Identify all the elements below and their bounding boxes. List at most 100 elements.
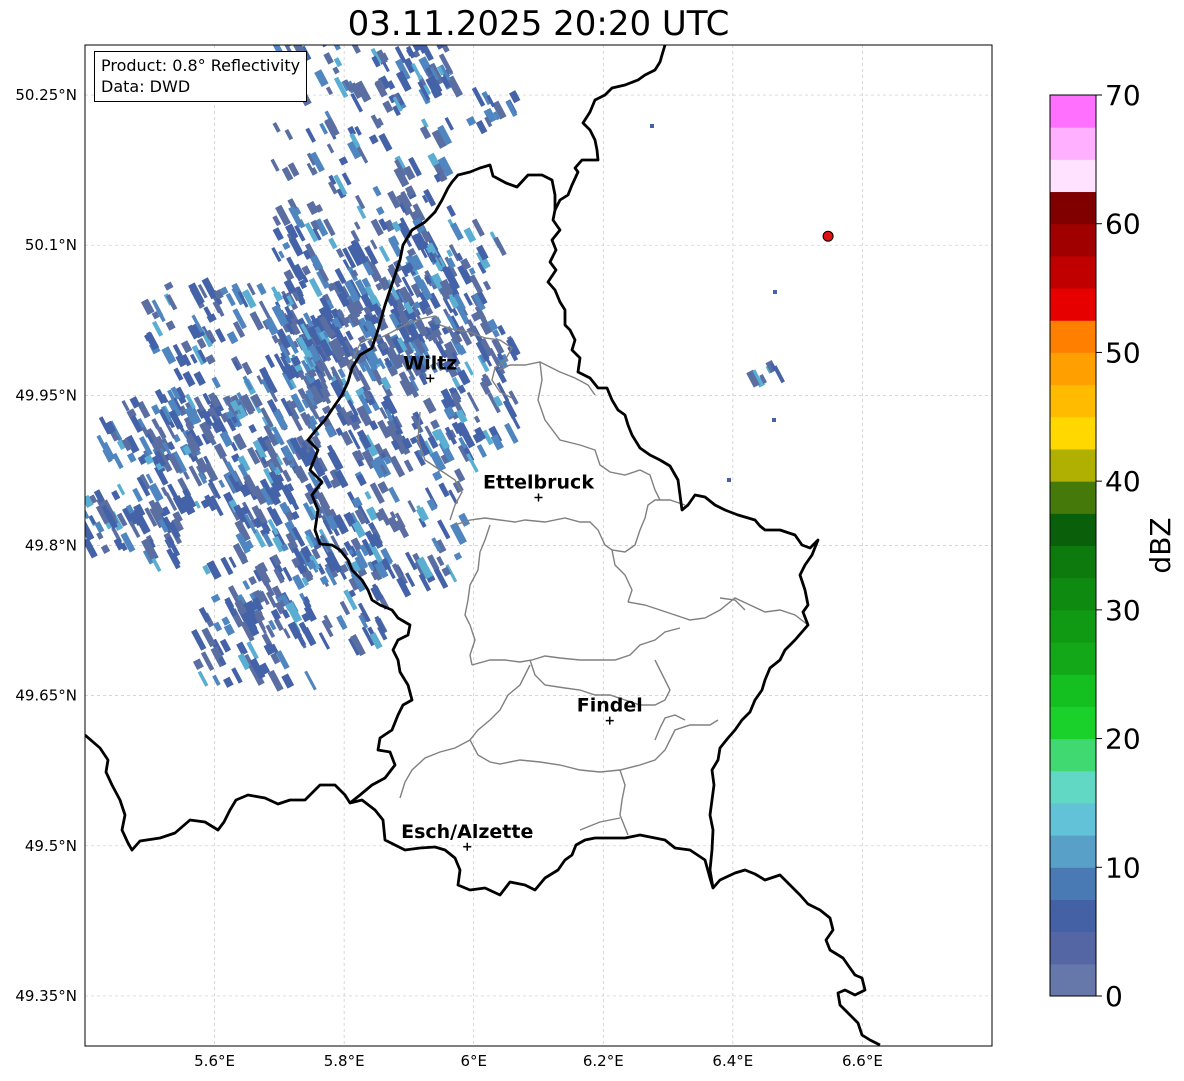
echo-cell bbox=[309, 20, 319, 32]
echo-cell bbox=[225, 292, 236, 307]
echo-cell bbox=[773, 290, 777, 294]
echo-cell bbox=[405, 572, 416, 588]
echo-cell bbox=[372, 185, 382, 197]
lon-tick-label: 5.8°E bbox=[324, 1052, 365, 1070]
colorbar-tick-label: 40 bbox=[1105, 465, 1141, 498]
echo-cell bbox=[469, 274, 484, 294]
echo-cell bbox=[180, 340, 193, 354]
echo-cell bbox=[281, 673, 295, 689]
echo-cell bbox=[248, 423, 257, 434]
echo-cell bbox=[292, 574, 305, 591]
echo-cell bbox=[650, 124, 654, 128]
echo-cell bbox=[419, 125, 432, 140]
echo-cell bbox=[463, 292, 473, 307]
colorbar-segment bbox=[1050, 835, 1096, 868]
echo-cell bbox=[453, 552, 463, 561]
echo-cell bbox=[267, 669, 284, 692]
lat-tick-label: 49.95°N bbox=[15, 386, 77, 404]
echo-cell bbox=[151, 404, 161, 416]
echo-cell bbox=[309, 254, 324, 271]
colorbar-segment bbox=[1050, 642, 1096, 675]
lat-tick-label: 49.8°N bbox=[25, 537, 77, 555]
echo-cell bbox=[236, 641, 248, 656]
echo-cell bbox=[116, 483, 126, 496]
echo-cell bbox=[219, 430, 234, 448]
echo-cell bbox=[304, 670, 317, 691]
colorbar-tick-label: 30 bbox=[1105, 594, 1141, 627]
echo-cell bbox=[368, 134, 379, 145]
echo-cell bbox=[395, 70, 412, 92]
colorbar-tick-label: 70 bbox=[1105, 79, 1141, 112]
echo-cell bbox=[205, 354, 216, 365]
echo-cell bbox=[283, 269, 295, 282]
echo-cell bbox=[285, 601, 303, 624]
colorbar-tick-label: 10 bbox=[1105, 851, 1141, 884]
echo-cell bbox=[378, 133, 393, 152]
lon-tick-label: 6.6°E bbox=[842, 1052, 883, 1070]
echo-cell bbox=[182, 470, 190, 480]
echo-cell bbox=[283, 628, 291, 639]
colorbar-tick-label: 0 bbox=[1105, 980, 1123, 1013]
city-label: Findel bbox=[577, 695, 643, 717]
echo-cell bbox=[473, 415, 481, 424]
echo-cell bbox=[197, 670, 209, 687]
echo-cell bbox=[72, 517, 85, 532]
colorbar-segment bbox=[1050, 770, 1096, 804]
echo-cell bbox=[450, 222, 464, 241]
echo-cell bbox=[214, 328, 227, 343]
city-label: Ettelbruck bbox=[483, 471, 594, 493]
lon-tick-label: 5.6°E bbox=[194, 1052, 235, 1070]
echo-cell bbox=[284, 128, 294, 141]
colorbar-segment bbox=[1050, 223, 1096, 257]
echo-cell bbox=[121, 399, 130, 412]
echo-cell bbox=[173, 367, 184, 381]
colorbar-segment bbox=[1050, 159, 1096, 193]
echo-cell bbox=[231, 667, 243, 684]
colorbar-tick-label: 60 bbox=[1105, 208, 1141, 241]
echo-cell bbox=[326, 45, 341, 51]
echo-cell bbox=[152, 320, 164, 337]
colorbar-tick-label: 20 bbox=[1105, 723, 1141, 756]
echo-cell bbox=[223, 676, 234, 688]
colorbar-segment bbox=[1050, 899, 1096, 933]
echo-cell bbox=[291, 263, 306, 282]
echo-cell bbox=[241, 361, 253, 376]
echo-cell bbox=[388, 486, 400, 503]
echo-cell bbox=[333, 57, 343, 68]
colorbar-segment bbox=[1050, 127, 1096, 160]
echo-cell bbox=[88, 514, 97, 525]
echo-cell bbox=[328, 237, 338, 250]
colorbar-segment bbox=[1050, 288, 1096, 321]
echo-cell bbox=[211, 376, 221, 389]
echo-cell bbox=[727, 478, 731, 482]
echo-cell bbox=[200, 651, 215, 671]
echo-cell bbox=[432, 470, 443, 481]
echo-cell bbox=[337, 617, 348, 631]
echo-cell bbox=[272, 227, 284, 241]
colorbar-segment bbox=[1050, 513, 1096, 546]
echo-cell bbox=[364, 490, 372, 500]
lat-tick-label: 49.35°N bbox=[15, 987, 77, 1005]
colorbar-segment bbox=[1050, 352, 1096, 386]
echo-cell bbox=[165, 320, 176, 331]
echo-cell bbox=[226, 331, 239, 345]
echo-cell bbox=[430, 45, 444, 50]
echo-cell bbox=[407, 499, 417, 513]
echo-cell bbox=[332, 66, 340, 75]
echo-cell bbox=[772, 365, 785, 384]
axis-tick-labels: 5.6°E 5.8°E 6°E 6.2°E 6.4°E 6.6°E 50.25°N 50.1°… bbox=[15, 86, 883, 1070]
lon-tick-label: 6.4°E bbox=[712, 1052, 753, 1070]
echo-cell bbox=[330, 31, 338, 43]
echo-cell bbox=[422, 397, 437, 414]
echo-cell bbox=[276, 20, 292, 42]
echo-cell bbox=[210, 593, 221, 604]
echo-cell bbox=[327, 449, 344, 472]
echo-cell bbox=[126, 452, 137, 463]
echo-cell bbox=[161, 346, 177, 365]
echo-cell bbox=[182, 370, 196, 388]
colorbar-segment bbox=[1050, 384, 1096, 418]
echo-cell bbox=[410, 24, 418, 32]
echo-cell bbox=[213, 442, 228, 460]
city-marker bbox=[605, 716, 614, 725]
echo-cell bbox=[389, 455, 406, 478]
